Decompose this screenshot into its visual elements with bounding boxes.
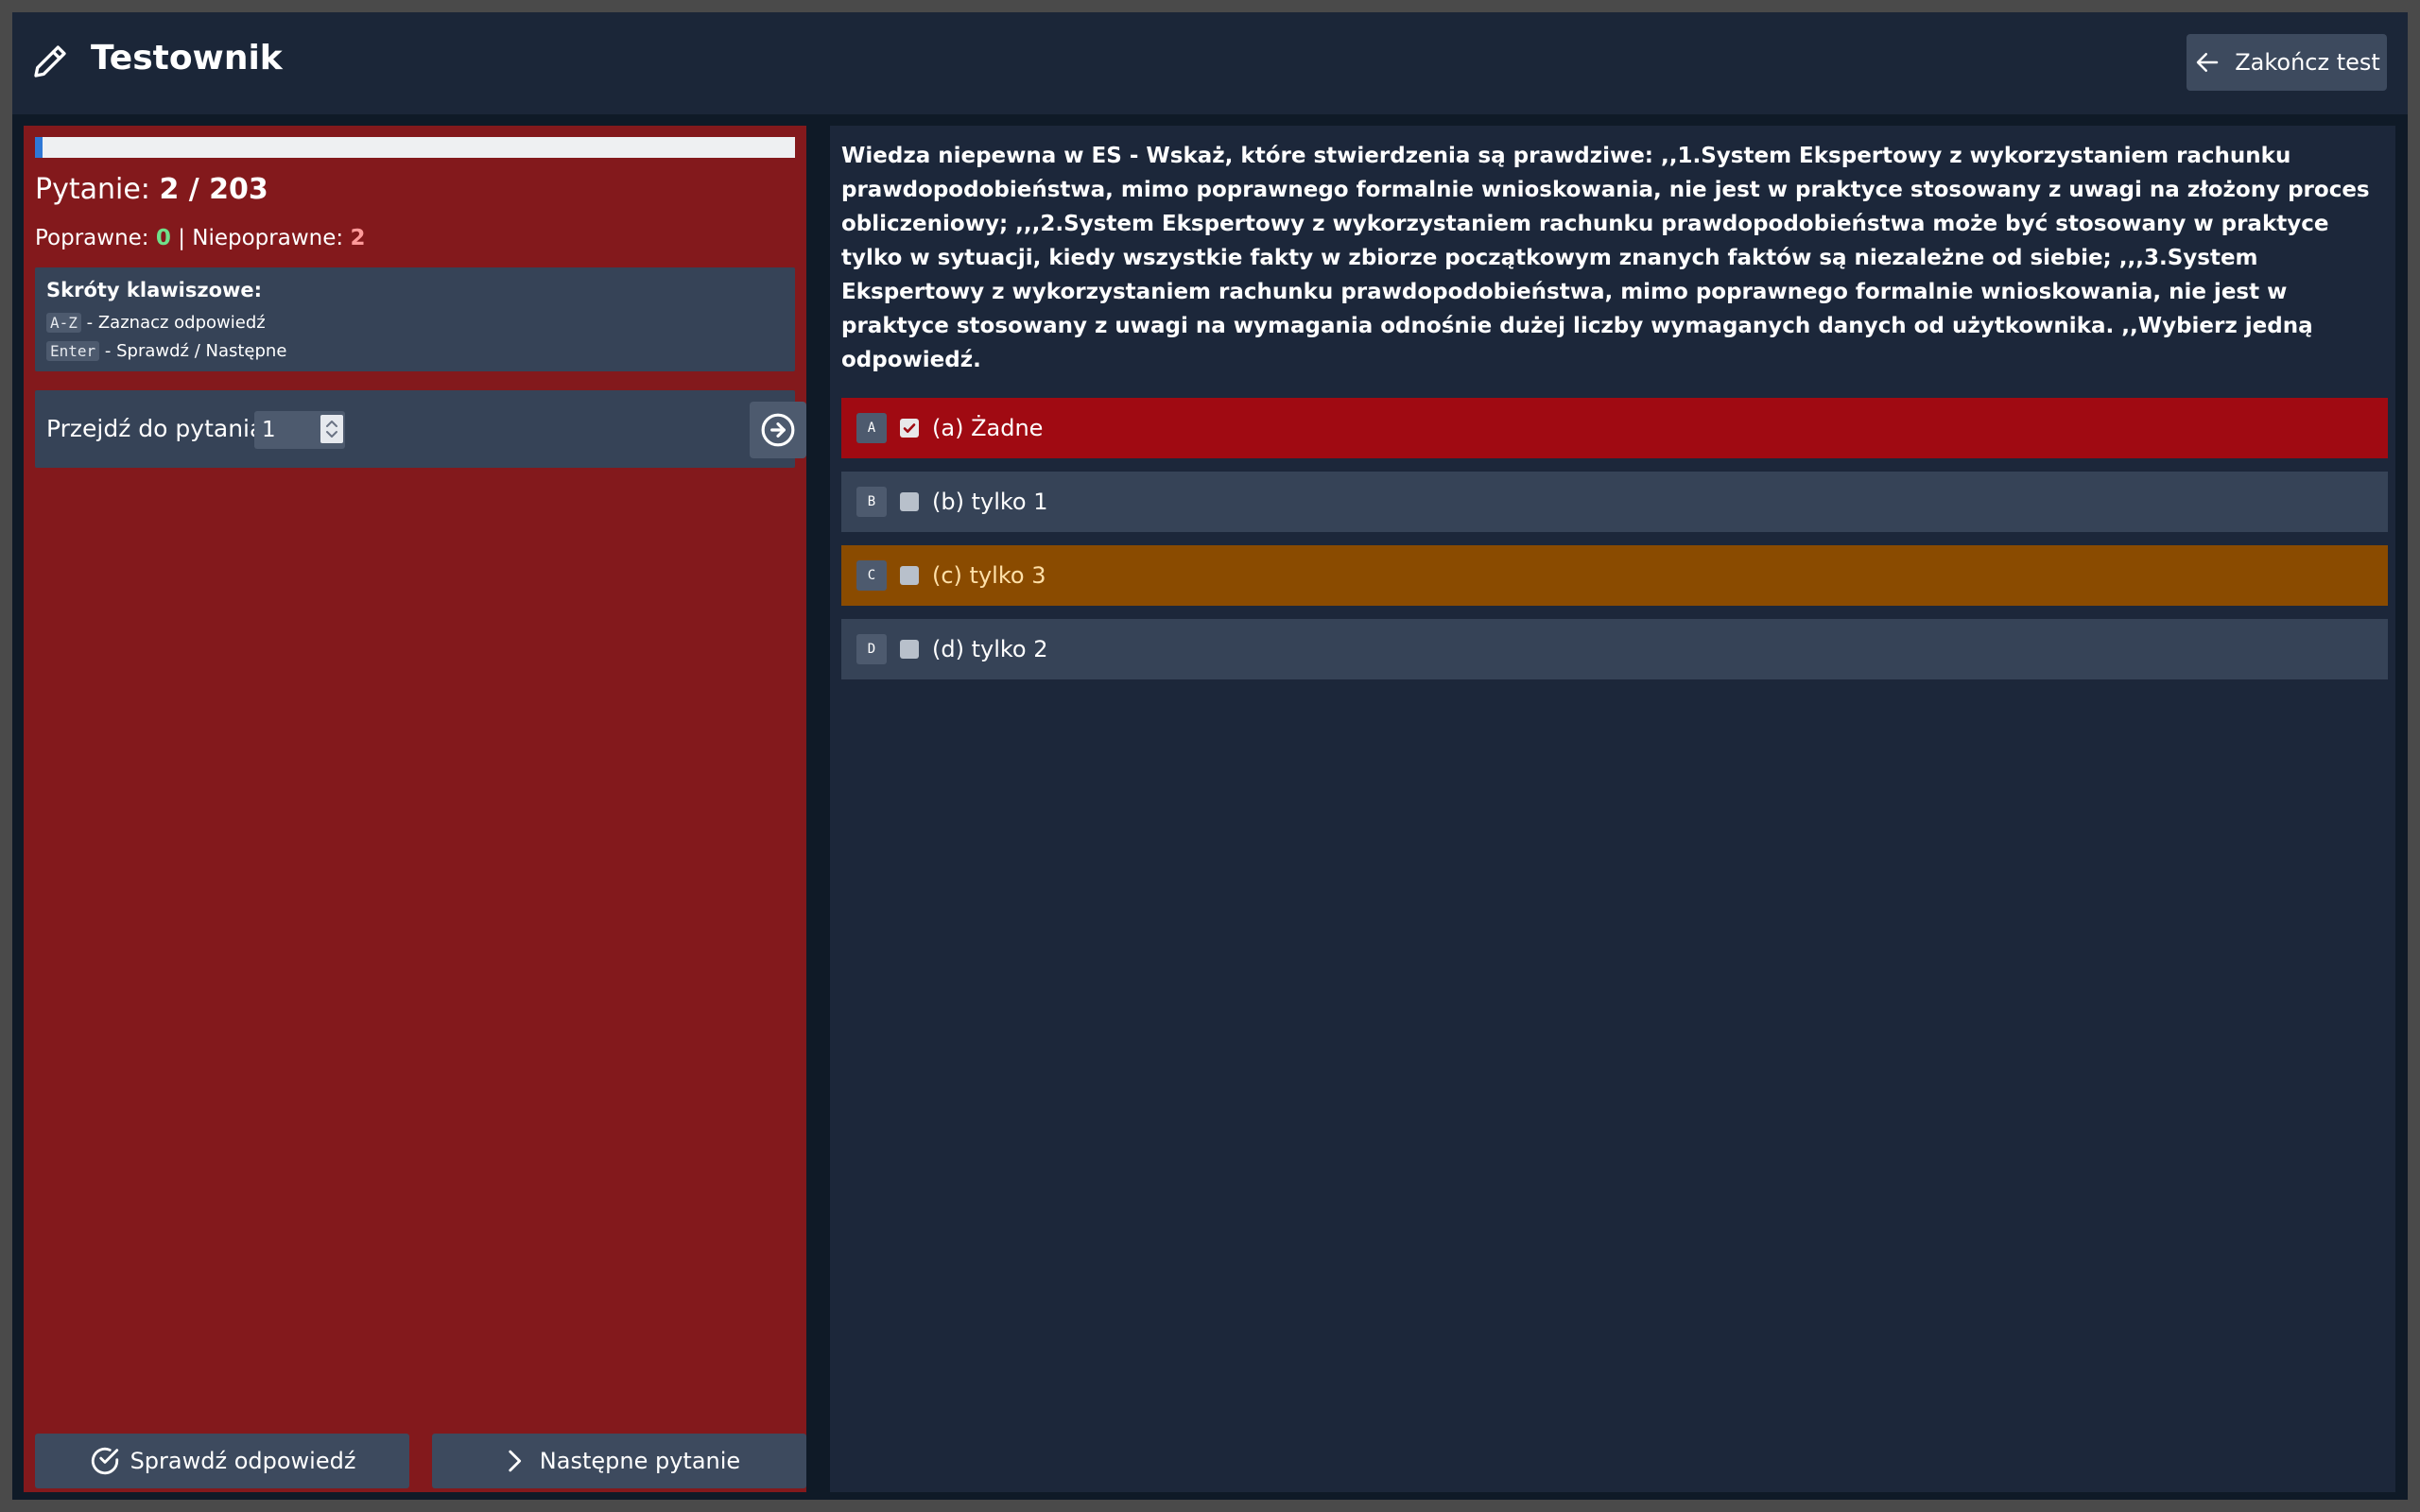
jump-go-button[interactable]	[750, 402, 806, 458]
question-counter: Pytanie: 2 / 203	[35, 173, 268, 206]
shortcut-key: Enter	[46, 341, 100, 361]
score-stats: Poprawne: 0 | Niepoprawne: 2	[35, 226, 365, 250]
correct-count: 0	[155, 226, 171, 250]
sidebar-panel: Pytanie: 2 / 203 Poprawne: 0 | Niepopraw…	[24, 126, 806, 1492]
answer-letter: A	[856, 413, 887, 443]
answer-checkbox[interactable]	[900, 566, 919, 585]
stats-separator: |	[170, 226, 193, 250]
answer-option-d[interactable]: D (d) tylko 2	[841, 619, 2388, 679]
app-window: Testownik Zakończ test Pytanie: 2 / 203 …	[12, 12, 2408, 1500]
chevron-right-icon	[509, 1450, 521, 1472]
answer-checkbox[interactable]	[900, 640, 919, 659]
check-answer-label: Sprawdź odpowiedź	[130, 1448, 356, 1474]
answer-option-b[interactable]: B (b) tylko 1	[841, 472, 2388, 532]
incorrect-count: 2	[350, 226, 366, 250]
question-panel: Wiedza niepewna w ES - Wskaż, które stwi…	[830, 126, 2395, 1492]
spinner-arrows-icon	[326, 421, 337, 438]
check-icon	[903, 423, 916, 433]
check-circle-icon	[91, 1447, 118, 1475]
next-question-button[interactable]: Następne pytanie	[432, 1434, 806, 1488]
arrow-right-circle-icon	[761, 413, 795, 447]
answer-option-a[interactable]: A (a) Żadne	[841, 398, 2388, 458]
app-title: Testownik	[91, 39, 283, 77]
question-counter-value: 2 / 203	[159, 173, 268, 206]
number-spinner[interactable]	[320, 415, 343, 443]
answer-checkbox[interactable]	[900, 492, 919, 511]
arrow-left-icon	[2196, 53, 2219, 72]
answer-label: (a) Żadne	[932, 415, 1044, 441]
answer-label: (c) tylko 3	[932, 562, 1046, 589]
answer-label: (d) tylko 2	[932, 636, 1048, 662]
shortcuts-title: Skróty klawiszowe:	[46, 279, 263, 301]
shortcut-desc: - Zaznacz odpowiedź	[80, 313, 266, 333]
end-test-button[interactable]: Zakończ test	[2187, 34, 2387, 91]
shortcut-desc: - Sprawdź / Następne	[99, 341, 287, 361]
incorrect-label: Niepoprawne:	[192, 226, 351, 250]
next-question-label: Następne pytanie	[539, 1448, 741, 1474]
answer-letter: C	[856, 560, 887, 591]
header: Testownik Zakończ test	[12, 12, 2408, 114]
answer-label: (b) tylko 1	[932, 489, 1048, 515]
question-text: Wiedza niepewna w ES - Wskaż, które stwi…	[841, 144, 2370, 372]
shortcut-item: A-Z - Zaznacz odpowiedź	[46, 313, 266, 333]
shortcuts-box: Skróty klawiszowe: A-Z - Zaznacz odpowie…	[35, 267, 795, 371]
jump-label: Przejdź do pytania	[46, 415, 265, 442]
answer-checkbox[interactable]	[900, 419, 919, 438]
answer-letter: B	[856, 487, 887, 517]
jump-to-question: Przejdź do pytania	[35, 390, 806, 468]
end-test-label: Zakończ test	[2235, 49, 2380, 76]
check-answer-button[interactable]: Sprawdź odpowiedź	[35, 1434, 409, 1488]
answer-letter: D	[856, 634, 887, 664]
shortcut-item: Enter - Sprawdź / Następne	[46, 341, 286, 361]
pencil-icon	[34, 45, 66, 77]
shortcut-key: A-Z	[46, 313, 81, 333]
progress-bar-fill	[35, 137, 43, 158]
progress-bar	[35, 137, 795, 158]
question-counter-label: Pytanie:	[35, 173, 160, 206]
correct-label: Poprawne:	[35, 226, 156, 250]
answer-option-c[interactable]: C (c) tylko 3	[841, 545, 2388, 606]
